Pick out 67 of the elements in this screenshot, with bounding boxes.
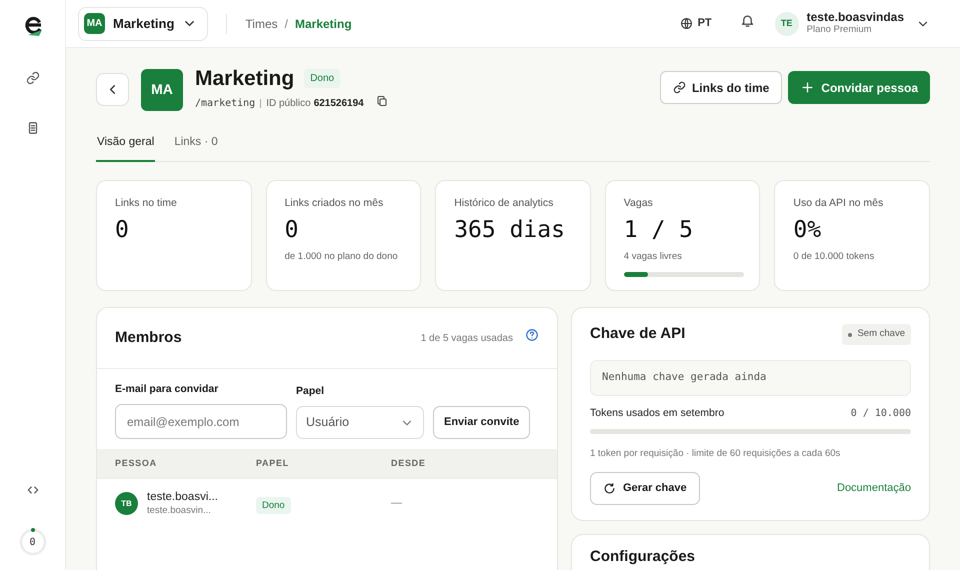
- user-avatar: TE: [774, 12, 799, 36]
- stat-label: Vagas: [624, 196, 654, 212]
- stat-label: Histórico de analytics: [454, 196, 554, 212]
- generate-key-button[interactable]: Gerar chave: [590, 472, 700, 505]
- stat-note: de 1.000 no plano do dono: [284, 250, 399, 264]
- stat-value: 365 dias: [454, 217, 566, 245]
- stat-value: 0%: [793, 217, 822, 245]
- tab[interactable]: Visão geral: [96, 134, 156, 162]
- copy-icon: [376, 95, 388, 108]
- stat-label: Links no time: [115, 196, 178, 212]
- column-header: PAPEL: [256, 456, 290, 470]
- member-email: teste.boasvin...: [147, 504, 212, 516]
- stat-value: 1 / 5: [624, 217, 694, 245]
- breadcrumb-separator: /: [284, 16, 288, 32]
- member-name: teste.boasvi...: [147, 491, 218, 505]
- team-switcher[interactable]: MA Marketing: [78, 6, 208, 40]
- invite-button[interactable]: Convidar pessoa: [788, 71, 930, 104]
- stat-label: Uso da API no mês: [793, 196, 884, 212]
- user-name: teste.boasvindas: [806, 11, 904, 25]
- tokens-label: Tokens usados em setembro: [590, 406, 724, 421]
- refresh-icon: [603, 482, 616, 495]
- bell-icon: [740, 12, 755, 28]
- help-icon: [525, 328, 539, 342]
- user-menu-button[interactable]: TE teste.boasvindas Plano Premium: [774, 11, 930, 36]
- team-slug: /marketing: [195, 97, 256, 112]
- stat-note: 0 de 10.000 tokens: [793, 250, 876, 264]
- email-label: E-mail para convidar: [115, 382, 220, 398]
- stat-label: Links criados no mês: [284, 196, 384, 212]
- team-name: Marketing: [113, 14, 174, 33]
- globe-icon: [680, 17, 693, 30]
- stat-note: 4 vagas livres: [624, 250, 683, 264]
- tab[interactable]: Links · 0: [173, 134, 219, 162]
- column-header: PESSOA: [115, 456, 158, 470]
- member-avatar: TB: [115, 492, 138, 516]
- breadcrumb-current: Marketing: [294, 16, 352, 32]
- team-links-button[interactable]: Links do time: [660, 71, 782, 104]
- documentation-link[interactable]: Documentação: [837, 480, 911, 497]
- team-avatar: MA: [84, 13, 105, 34]
- id-label: ID público: [266, 97, 311, 112]
- language-button[interactable]: PT: [680, 15, 712, 32]
- plus-icon: [800, 80, 816, 95]
- email-input[interactable]: email@exemplo.com: [115, 404, 287, 440]
- breadcrumb-link[interactable]: Times: [245, 14, 278, 32]
- column-header: DESDE: [391, 456, 427, 470]
- api-key-title: Chave de API: [590, 324, 686, 344]
- status-badge: Sem chave: [842, 324, 911, 345]
- team-avatar: MA: [141, 68, 183, 111]
- role-badge: Dono: [256, 496, 291, 514]
- public-id: 621526194: [314, 97, 364, 112]
- link-icon: [672, 81, 686, 94]
- seats-used: 1 de 5 vagas usadas: [420, 332, 513, 346]
- stat-value: 0: [284, 217, 300, 245]
- api-key-field: Nenhuma chave gerada ainda: [590, 360, 911, 396]
- send-invite-button[interactable]: Enviar convite: [433, 406, 530, 440]
- members-title: Membros: [115, 328, 182, 348]
- table-cell-text: —: [391, 496, 403, 512]
- team-title: Marketing: [195, 67, 294, 90]
- api-note: 1 token por requisição · limite de 60 requisições a cada 60s: [590, 446, 842, 461]
- user-plan: Plano Premium: [806, 24, 872, 36]
- role-label: Papel: [296, 384, 326, 400]
- settings-title: Configurações: [590, 546, 696, 567]
- usage-count: 0: [29, 536, 36, 550]
- link-icon: [26, 71, 40, 85]
- role-badge: Dono: [304, 69, 340, 88]
- tokens-value: 0 / 10.000: [850, 407, 911, 422]
- role-select[interactable]: Usuário: [296, 406, 424, 440]
- stat-value: 0: [115, 217, 130, 245]
